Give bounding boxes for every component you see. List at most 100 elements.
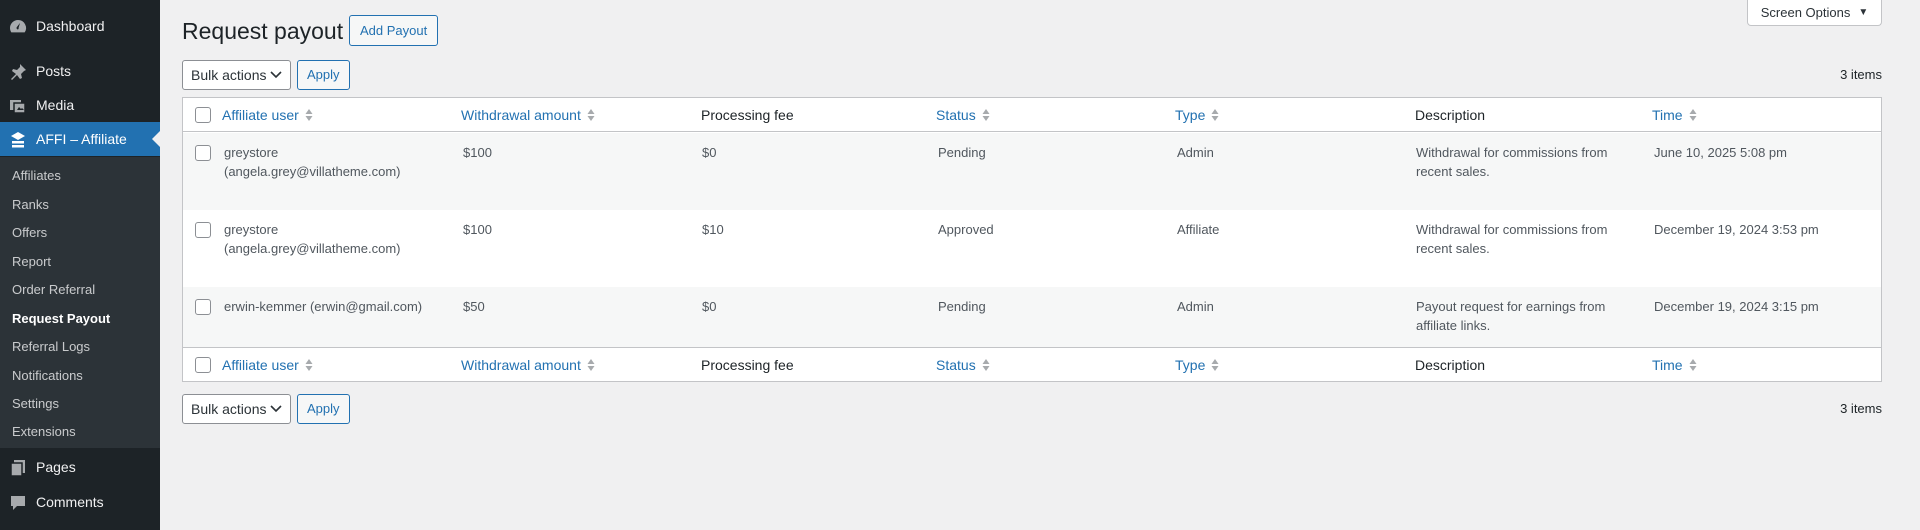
- page-title: Request payout: [182, 18, 344, 44]
- menu-label: Posts: [36, 63, 72, 79]
- menu-label: Media: [36, 97, 75, 113]
- cell-withdrawal-amount: $50: [463, 299, 485, 314]
- bulk-actions-select[interactable]: Bulk actions: [182, 60, 291, 90]
- affiliate-submenu: Affiliates Ranks Offers Report Order Ref…: [0, 157, 160, 448]
- select-all-checkbox[interactable]: [195, 107, 211, 123]
- cell-status: Pending: [938, 299, 986, 314]
- row-checkbox[interactable]: [195, 145, 211, 161]
- cell-time: December 19, 2024 3:53 pm: [1654, 222, 1819, 237]
- submenu-settings[interactable]: Settings: [12, 394, 59, 414]
- cell-time: December 19, 2024 3:15 pm: [1654, 299, 1819, 314]
- menu-label: Pages: [36, 459, 76, 475]
- table-row: greystore (angela.grey@villatheme.com) $…: [183, 133, 1881, 210]
- tablenav-top: Bulk actions Apply 3 items: [182, 60, 1882, 90]
- column-label: Withdrawal amount: [461, 107, 581, 123]
- pages-icon: [10, 460, 25, 477]
- submenu-request-payout[interactable]: Request Payout: [12, 309, 110, 329]
- menu-pages[interactable]: Pages: [0, 450, 160, 484]
- column-affiliate-user[interactable]: Affiliate user: [222, 348, 313, 382]
- cell-affiliate-user: greystore (angela.grey@villatheme.com): [224, 222, 401, 256]
- column-type[interactable]: Type: [1175, 348, 1219, 382]
- pin-icon: [11, 64, 26, 80]
- chevron-down-icon: [270, 71, 282, 79]
- cell-type: Admin: [1177, 299, 1214, 314]
- cell-withdrawal-amount: $100: [463, 145, 492, 160]
- column-label: Status: [936, 107, 976, 123]
- submenu-affiliates[interactable]: Affiliates: [12, 166, 61, 186]
- screen-options-button[interactable]: Screen Options ▼: [1747, 0, 1882, 26]
- submenu-order-referral[interactable]: Order Referral: [12, 280, 95, 300]
- submenu-report[interactable]: Report: [12, 252, 51, 272]
- cell-processing-fee: $0: [702, 145, 717, 160]
- apply-button-bottom[interactable]: Apply: [297, 394, 350, 424]
- cell-description: Withdrawal for commissions from recent s…: [1416, 222, 1608, 256]
- submenu-ranks[interactable]: Ranks: [12, 195, 49, 215]
- column-status[interactable]: Status: [936, 98, 990, 132]
- table-header: Affiliate user Withdrawal amount Process…: [183, 98, 1881, 132]
- column-affiliate-user[interactable]: Affiliate user: [222, 98, 313, 132]
- table-row: greystore (angela.grey@villatheme.com) $…: [183, 210, 1881, 287]
- row-checkbox[interactable]: [195, 299, 211, 315]
- column-label: Withdrawal amount: [461, 357, 581, 373]
- cell-processing-fee: $10: [702, 222, 724, 237]
- column-label: Time: [1652, 357, 1683, 373]
- media-icon: [10, 100, 26, 114]
- sort-icon: [1689, 109, 1697, 121]
- payout-table: Affiliate user Withdrawal amount Process…: [182, 97, 1882, 382]
- column-time[interactable]: Time: [1652, 348, 1697, 382]
- cell-processing-fee: $0: [702, 299, 717, 314]
- menu-dashboard[interactable]: Dashboard: [0, 9, 160, 43]
- apply-button[interactable]: Apply: [297, 60, 350, 90]
- cell-affiliate-user: greystore (angela.grey@villatheme.com): [224, 145, 401, 179]
- menu-label: Comments: [36, 494, 104, 510]
- tablenav-bottom: Bulk actions Apply 3 items: [182, 394, 1882, 424]
- main-content: Request payout Add Payout Screen Options…: [182, 0, 1882, 530]
- column-type[interactable]: Type: [1175, 98, 1219, 132]
- column-description: Description: [1415, 357, 1486, 373]
- column-description: Description: [1415, 107, 1486, 123]
- column-withdrawal-amount[interactable]: Withdrawal amount: [461, 98, 595, 132]
- column-label: Type: [1175, 357, 1206, 373]
- sort-icon: [982, 359, 990, 371]
- cell-description: Payout request for earnings from affilia…: [1416, 299, 1606, 333]
- submenu-extensions[interactable]: Extensions: [12, 422, 76, 442]
- cell-withdrawal-amount: $100: [463, 222, 492, 237]
- cell-time: June 10, 2025 5:08 pm: [1654, 145, 1787, 160]
- column-label: Affiliate user: [222, 107, 299, 123]
- submenu-referral-logs[interactable]: Referral Logs: [12, 337, 90, 357]
- column-processing-fee: Processing fee: [701, 107, 794, 123]
- sort-icon: [305, 359, 313, 371]
- caret-down-icon: ▼: [1858, 6, 1869, 18]
- sort-icon: [1211, 359, 1219, 371]
- menu-comments[interactable]: Comments: [0, 485, 160, 519]
- submenu-notifications[interactable]: Notifications: [12, 366, 83, 386]
- affiliate-icon: [11, 132, 25, 148]
- column-time[interactable]: Time: [1652, 98, 1697, 132]
- menu-label: AFFI – Affiliate: [36, 131, 127, 147]
- menu-label: Dashboard: [36, 18, 105, 34]
- column-status[interactable]: Status: [936, 348, 990, 382]
- sort-icon: [1211, 109, 1219, 121]
- sort-icon: [982, 109, 990, 121]
- select-all-checkbox-footer[interactable]: [195, 357, 211, 373]
- bulk-actions-select-bottom[interactable]: Bulk actions: [182, 394, 291, 424]
- table-footer: Affiliate user Withdrawal amount Process…: [183, 347, 1881, 381]
- cell-status: Pending: [938, 145, 986, 160]
- sort-icon: [587, 359, 595, 371]
- admin-sidebar: Dashboard Posts Media AFFI – Affiliate A…: [0, 0, 160, 530]
- menu-posts[interactable]: Posts: [0, 54, 160, 88]
- menu-affi-affiliate[interactable]: AFFI – Affiliate: [0, 122, 160, 156]
- chevron-down-icon: [270, 405, 282, 413]
- column-withdrawal-amount[interactable]: Withdrawal amount: [461, 348, 595, 382]
- add-payout-button[interactable]: Add Payout: [349, 15, 439, 46]
- row-checkbox[interactable]: [195, 222, 211, 238]
- sort-icon: [587, 109, 595, 121]
- cell-type: Admin: [1177, 145, 1214, 160]
- column-label: Status: [936, 357, 976, 373]
- submenu-offers[interactable]: Offers: [12, 223, 47, 243]
- sort-icon: [305, 109, 313, 121]
- comment-icon: [11, 496, 25, 510]
- menu-media[interactable]: Media: [0, 88, 160, 122]
- cell-affiliate-user: erwin-kemmer (erwin@gmail.com): [224, 299, 423, 314]
- cell-type: Affiliate: [1177, 222, 1220, 237]
